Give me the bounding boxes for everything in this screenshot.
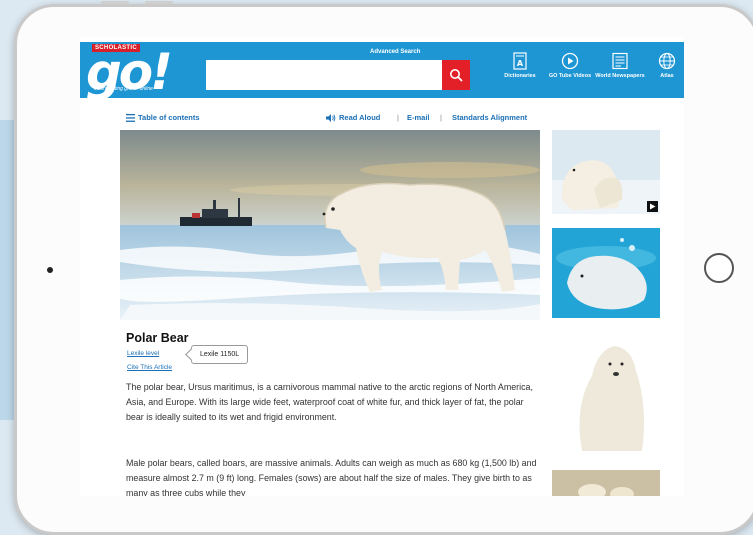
volume-button: [145, 1, 173, 4]
speaker-icon: [326, 113, 336, 122]
nav-world-newspapers[interactable]: World Newspapers: [595, 52, 645, 80]
svg-text:A: A: [517, 59, 524, 68]
tablet-screen: SCHOLASTIC go! incorporating grolier onl…: [80, 38, 684, 496]
play-icon: [561, 52, 579, 70]
nav-label: Dictionaries: [504, 73, 536, 79]
article-title: Polar Bear: [126, 331, 189, 345]
toc-label: Table of contents: [138, 113, 200, 122]
toolbar-separator: |: [440, 113, 442, 122]
home-button[interactable]: [704, 253, 734, 283]
read-aloud-button[interactable]: Read Aloud: [326, 113, 380, 122]
bear-cubs-illustration: [552, 470, 660, 496]
search-input[interactable]: [206, 60, 442, 90]
mother-and-cub-illustration: [552, 130, 660, 214]
toolbar-separator: |: [397, 113, 399, 122]
read-aloud-label: Read Aloud: [339, 113, 381, 122]
polar-bear-on-ice-illustration: [120, 130, 540, 320]
play-icon: [650, 203, 656, 210]
logo-subtitle: incorporating grolier online: [94, 86, 153, 92]
thumbnail-video-polar-bears[interactable]: [552, 130, 660, 214]
thumbnail-polar-bear-cubs[interactable]: [552, 470, 660, 496]
nav-label: World Newspapers: [595, 73, 645, 79]
newspaper-icon: [612, 52, 628, 70]
nav-label: Atlas: [660, 73, 674, 79]
nav-dictionaries[interactable]: A Dictionaries: [495, 52, 545, 80]
nav-go-tube-videos[interactable]: GO Tube Videos: [545, 52, 595, 80]
advanced-search-link[interactable]: Advanced Search: [370, 49, 420, 55]
lexile-level-link[interactable]: Lexile level: [127, 350, 159, 357]
swimming-bear-illustration: [552, 228, 660, 318]
sitting-bear-illustration: [552, 326, 660, 456]
hero-polar-bear-image[interactable]: [120, 130, 540, 320]
standards-alignment-link[interactable]: Standards Alignment: [452, 113, 527, 122]
article-paragraph: Male polar bears, called boars, are mass…: [126, 458, 537, 496]
table-of-contents-link[interactable]: Table of contents: [126, 113, 200, 122]
play-video-badge[interactable]: [647, 201, 658, 212]
volume-button: [101, 1, 129, 4]
site-header: SCHOLASTIC go! incorporating grolier onl…: [80, 42, 684, 98]
article-paragraph: The polar bear, Ursus maritimus, is a ca…: [126, 382, 533, 422]
nav-label: GO Tube Videos: [548, 73, 592, 79]
menu-icon: [126, 113, 135, 122]
globe-icon: [658, 52, 676, 70]
thumbnail-polar-bear-sitting[interactable]: [552, 326, 660, 456]
search-button[interactable]: [442, 60, 470, 90]
cite-article-link[interactable]: Cite This Article: [127, 364, 172, 371]
search-icon: [450, 69, 463, 82]
nav-atlas[interactable]: Atlas: [642, 52, 684, 80]
tablet-camera: [47, 267, 53, 273]
email-link[interactable]: E-mail: [407, 113, 430, 122]
thumbnail-polar-bear-swimming[interactable]: [552, 228, 660, 318]
dictionary-icon: A: [513, 52, 527, 70]
lexile-value-tooltip: Lexile 1150L: [191, 345, 249, 364]
